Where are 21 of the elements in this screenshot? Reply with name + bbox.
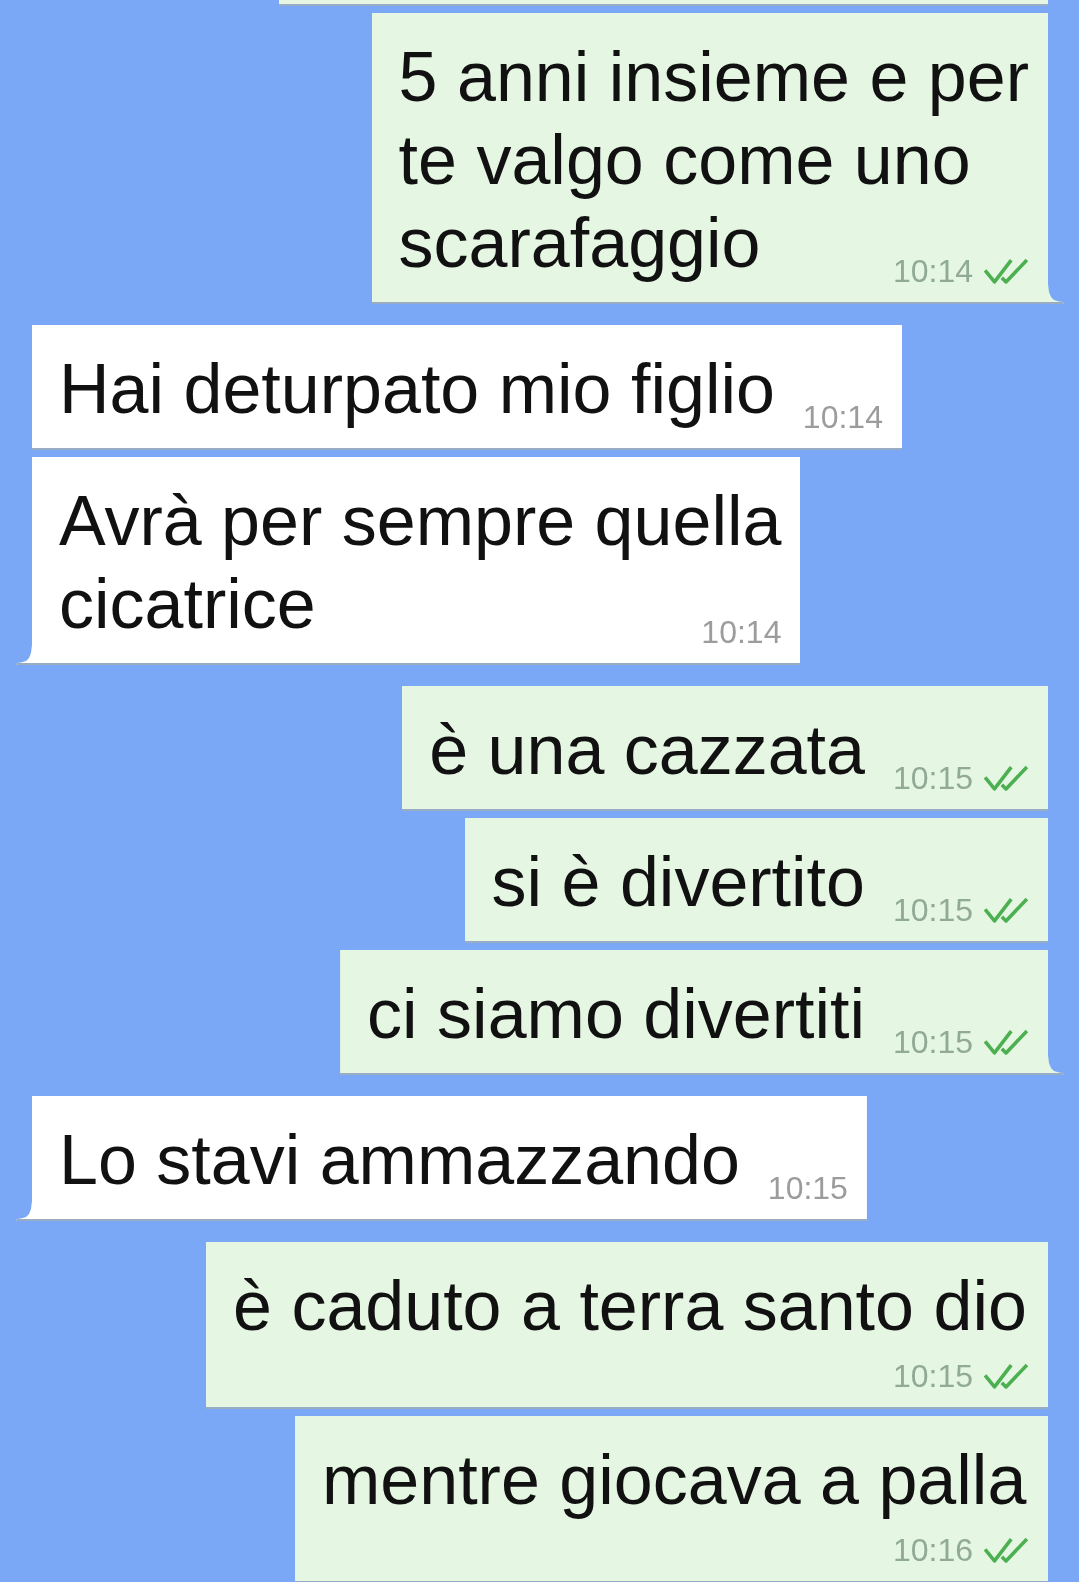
message-text: Avrà per sempre quella — [59, 481, 782, 562]
message-text: ci siamo divertiti — [367, 975, 865, 1053]
message-text: Lo stavi ammazzando — [59, 1121, 740, 1199]
message-time: 10:15 — [892, 1357, 973, 1396]
message-text: 5 anni insieme e per — [398, 37, 1029, 118]
message-time: 10:14 — [892, 252, 973, 291]
message-time: 10:15 — [892, 891, 973, 930]
message-text: scarafaggio — [398, 204, 761, 282]
message-time: 10:16 — [892, 1531, 973, 1570]
message-text: si è divertito — [491, 843, 865, 921]
message-text: mentre giocava a palla — [322, 1441, 1027, 1519]
message-text: cicatrice — [59, 565, 316, 643]
message-text: è una cazzata — [429, 711, 865, 789]
message-time: 10:15 — [892, 1023, 973, 1062]
message-time: 10:15 — [892, 759, 973, 798]
message-text: te valgo come uno — [398, 120, 971, 201]
message-time: 10:14 — [802, 398, 883, 437]
message-text: Hai deturpato mio figlio — [59, 350, 775, 428]
message-time: 10:14 — [701, 613, 782, 652]
message-text: è caduto a terra santo dio — [233, 1267, 1027, 1345]
message-time: 10:15 — [767, 1169, 848, 1208]
